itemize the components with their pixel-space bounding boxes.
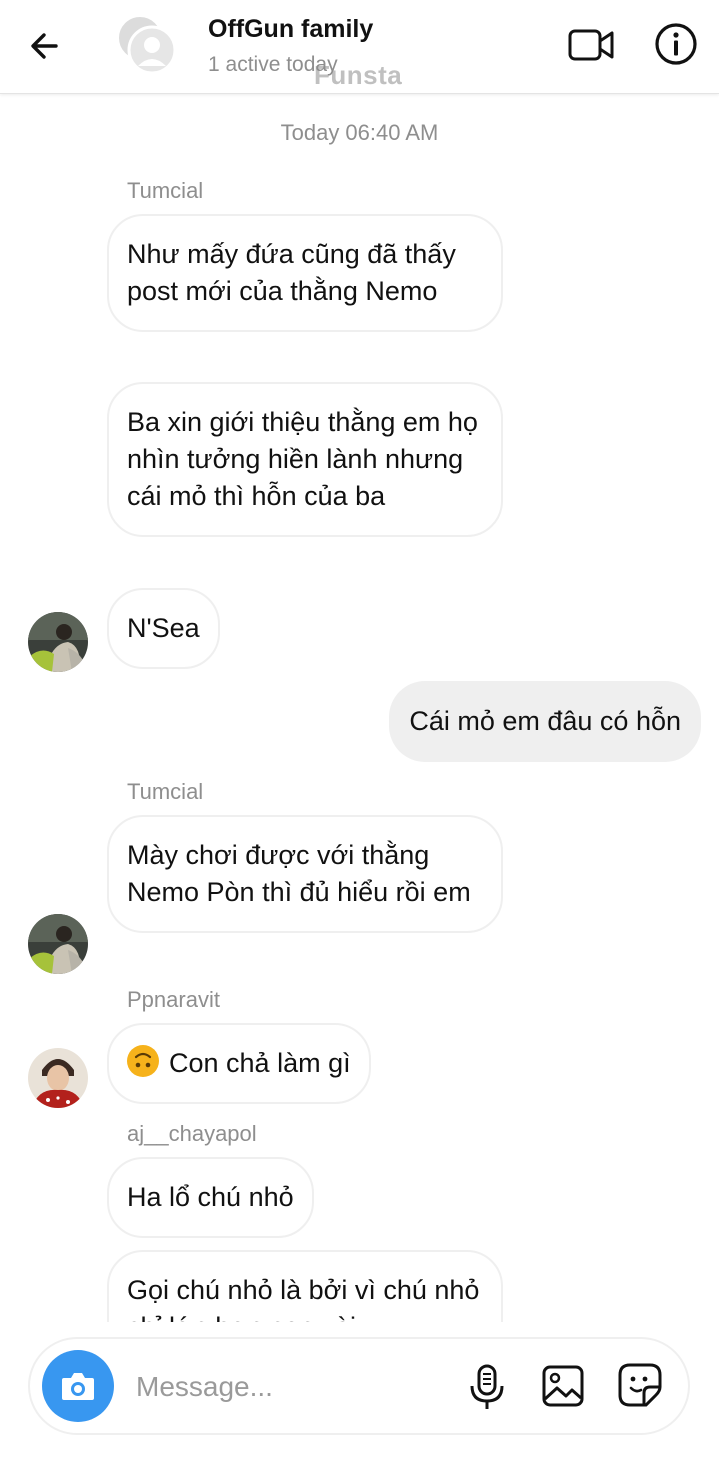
conversation-title[interactable]: OffGun family bbox=[208, 15, 373, 44]
message-thread[interactable]: Today 06:40 AM Tumcial Như mấy đứa cũng … bbox=[0, 94, 719, 1322]
message-timestamp: Today 06:40 AM bbox=[280, 120, 439, 145]
message-bubble[interactable]: Con chả làm gì bbox=[107, 1023, 371, 1104]
message-composer bbox=[28, 1337, 690, 1435]
chat-header: OffGun family 1 active today Funsta bbox=[0, 0, 719, 94]
sender-avatar[interactable] bbox=[28, 1048, 88, 1108]
message-input[interactable] bbox=[134, 1361, 438, 1413]
sender-name: Tumcial bbox=[127, 178, 204, 203]
sender-avatar[interactable] bbox=[28, 914, 88, 974]
message-bubble[interactable]: Như mấy đứa cũng đã thấy post mới của th… bbox=[107, 214, 503, 332]
sender-avatar[interactable] bbox=[28, 612, 88, 672]
image-icon[interactable] bbox=[540, 1363, 586, 1409]
upside-down-face-icon bbox=[127, 1045, 159, 1077]
camera-icon[interactable] bbox=[42, 1350, 114, 1422]
info-icon[interactable] bbox=[652, 20, 700, 68]
outgoing-message-bubble[interactable]: Cái mỏ em đâu có hỗn bbox=[389, 681, 701, 762]
message-bubble[interactable]: N'Sea bbox=[107, 588, 220, 669]
sender-name: Tumcial bbox=[127, 779, 204, 804]
funsta-watermark: Funsta bbox=[314, 60, 403, 90]
message-bubble[interactable]: Mày chơi được với thằng Nemo Pòn thì đủ … bbox=[107, 815, 503, 933]
group-avatar[interactable] bbox=[116, 14, 178, 76]
message-bubble[interactable]: Gọi chú nhỏ là bởi vì chú nhỏ chỉ lớn hơ… bbox=[107, 1250, 503, 1322]
message-bubble[interactable]: Ha lổ chú nhỏ bbox=[107, 1157, 314, 1238]
microphone-icon[interactable] bbox=[466, 1363, 508, 1411]
sticker-icon[interactable] bbox=[616, 1361, 664, 1409]
back-arrow-icon[interactable] bbox=[22, 22, 70, 70]
message-text: Con chả làm gì bbox=[169, 1048, 351, 1078]
sender-name: aj__chayapol bbox=[127, 1121, 257, 1146]
sender-name: Ppnaravit bbox=[127, 987, 220, 1012]
video-call-icon[interactable] bbox=[566, 22, 618, 68]
message-bubble[interactable]: Ba xin giới thiệu thằng em họ nhìn tưởng… bbox=[107, 382, 503, 537]
